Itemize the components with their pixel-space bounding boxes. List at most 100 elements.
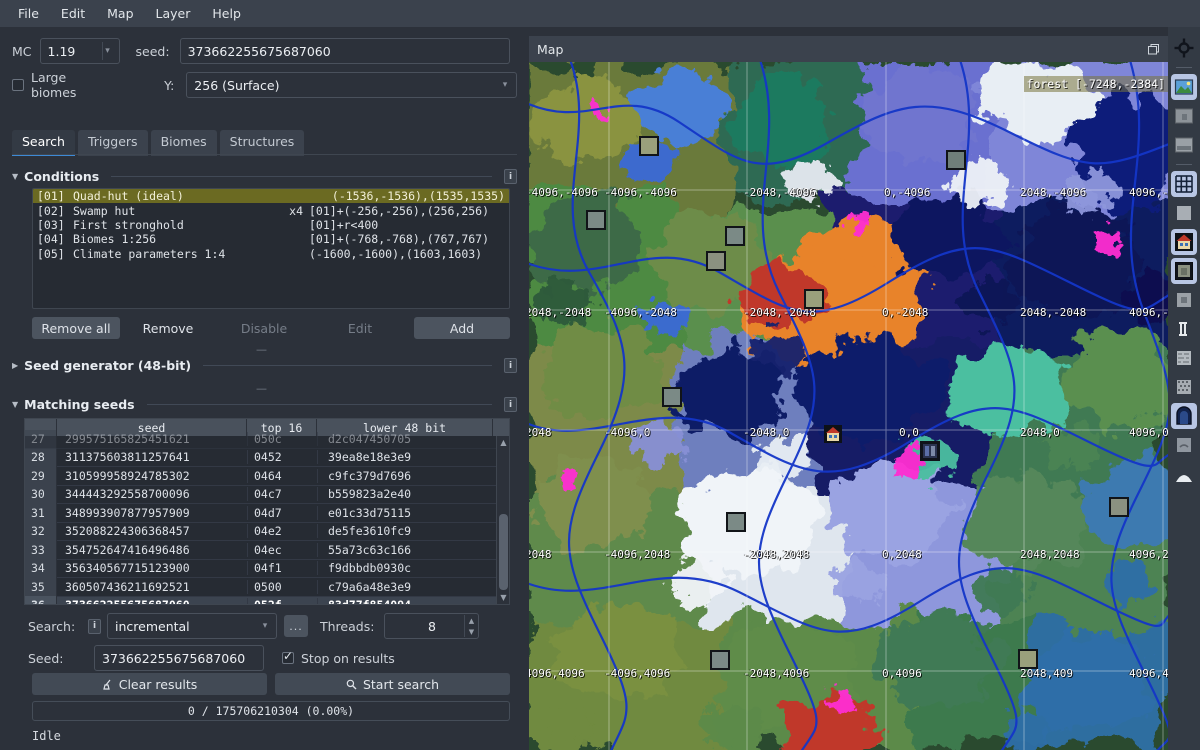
edit-button[interactable]: Edit [312,317,408,339]
info-icon[interactable]: i [504,169,517,184]
grid-label: 0,2048 [882,548,922,561]
grid-icon[interactable] [1171,171,1197,197]
end-city-icon[interactable] [1171,461,1197,487]
image-layer-icon[interactable] [1171,74,1197,100]
row-index: 36 [25,596,57,605]
tab-search[interactable]: Search [12,130,75,156]
map-canvas[interactable]: forest [-7248,-2384] -4096,-4096 -4096,-… [529,62,1168,750]
remove-all-button[interactable]: Remove all [32,317,120,339]
table-scrollbar[interactable]: ▲ ▼ [496,436,509,604]
table-row[interactable]: 27 299575165825451621 050c d2c047450705 [25,430,498,449]
table-body: 27 299575165825451621 050c d2c047450705 … [25,430,498,605]
layer3-icon[interactable] [1171,132,1197,158]
structure-marker-portal[interactable] [919,440,939,460]
start-search-label: Start search [363,677,439,692]
table-row[interactable]: 28 311375603811257641 0452 39ea8e18e3e9 [25,449,498,468]
structure-marker-monument[interactable] [946,150,966,170]
layer2-icon[interactable] [1171,103,1197,129]
structure-marker-hut[interactable] [1018,649,1038,669]
portal-icon[interactable] [1171,403,1197,429]
seed-input[interactable]: 373662255675687060 [180,38,510,64]
structure-marker-mansion[interactable] [823,424,843,444]
scrollbar-thumb[interactable] [499,514,508,590]
search-mode-combo[interactable]: incremental ▾ [107,613,277,639]
search-options-button[interactable]: ... [284,615,308,637]
large-biomes-checkbox[interactable] [12,79,24,91]
biome-map-render[interactable] [529,62,1168,750]
menu-file[interactable]: File [8,3,49,24]
fortress-icon[interactable] [1171,432,1197,458]
condition-id: [02] [37,204,73,218]
divider [111,176,492,177]
threads-input[interactable]: 8 ▲▼ [384,613,479,639]
pillar-icon[interactable] [1171,316,1197,342]
structure-marker-hut[interactable] [586,210,606,230]
search-seed-input[interactable]: 373662255675687060 [94,645,264,671]
tab-biomes[interactable]: Biomes [151,130,217,156]
menu-map[interactable]: Map [97,3,143,24]
start-search-button[interactable]: Start search [275,673,510,695]
menu-layer[interactable]: Layer [146,3,201,24]
condition-id: [01] [37,189,73,203]
info-icon[interactable]: i [88,619,101,634]
row-lower48: c9fc379d7696 [317,469,493,483]
structure-marker-village[interactable] [639,136,659,156]
structure-icon[interactable] [1171,287,1197,313]
y-level-combo[interactable]: 256 (Surface) ▾ [186,72,517,98]
table-row[interactable]: 29 310599958924785302 0464 c9fc379d7696 [25,467,498,486]
tab-structures[interactable]: Structures [220,130,305,156]
spinner-icon[interactable]: ▲▼ [464,615,477,637]
table-row[interactable]: 34 356340567715123900 04f1 f9dbbdb0930c [25,560,498,579]
condition-range: [01]+(-256,-256),(256,256) [309,204,505,218]
table-row[interactable]: 32 352088224306368457 04e2 de5fe3610fc9 [25,523,498,542]
ruins-icon[interactable] [1171,345,1197,371]
clear-results-button[interactable]: Clear results [32,673,267,695]
structure-marker-hut[interactable] [662,387,682,407]
structure-marker-village[interactable] [804,289,824,309]
condition-row[interactable]: [05] Climate parameters 1:4 (-1600,-1600… [33,247,509,261]
tab-triggers[interactable]: Triggers [78,130,148,156]
crosshair-icon[interactable] [1171,35,1197,61]
disable-button[interactable]: Disable [216,317,312,339]
structure-marker-hut[interactable] [725,226,745,246]
chevron-down-icon: ▾ [258,614,272,638]
stop-on-results-checkbox[interactable] [282,652,294,664]
structure-marker-hut[interactable] [726,512,746,532]
seed-input-value: 373662255675687060 [188,44,331,59]
scroll-down-icon[interactable]: ▼ [499,593,508,602]
row-top16: 0464 [247,469,317,483]
table-row[interactable]: 31 348993907877957909 04d7 e01c33d75115 [25,504,498,523]
conditions-group-header[interactable]: ▼ Conditions i [12,169,517,184]
add-button[interactable]: Add [414,317,510,339]
matching-seeds-group-header[interactable]: ▼ Matching seeds i [12,397,517,412]
fossil-icon[interactable] [1171,374,1197,400]
info-icon[interactable]: i [504,397,517,412]
condition-row[interactable]: [01] Quad-hut (ideal) (-1536,-1536),(153… [33,189,509,203]
structure-marker-hut[interactable] [706,251,726,271]
info-icon[interactable]: i [504,358,517,373]
table-row[interactable]: 30 344443292558700096 04c7 b559823a2e40 [25,486,498,505]
condition-row[interactable]: [04] Biomes 1:256 [01]+(-768,-768),(767,… [33,232,509,246]
menu-edit[interactable]: Edit [51,3,95,24]
scroll-up-icon[interactable]: ▲ [499,438,508,447]
structure-marker-hut[interactable] [710,650,730,670]
condition-row[interactable]: [02] Swamp hut x4 [01]+(-256,-256),(256,… [33,203,509,217]
hut-icon[interactable] [1171,258,1197,284]
table-row[interactable]: 36 373662255675687060 052f 83d77f854094 [25,597,498,606]
float-window-icon[interactable] [1147,43,1160,56]
remove-button[interactable]: Remove [120,317,216,339]
condition-row[interactable]: [03] First stronghold [01]+r<400 [33,218,509,232]
collapse-handle[interactable]: — [256,343,267,356]
blank-layer-icon[interactable] [1171,200,1197,226]
mc-version-combo[interactable]: 1.19 ▾ [40,38,120,64]
table-row[interactable]: 35 360507436211692521 0500 c79a6a48e3e9 [25,578,498,597]
table-row[interactable]: 33 354752647416496486 04ec 55a73c63c166 [25,541,498,560]
conditions-list[interactable]: [01] Quad-hut (ideal) (-1536,-1536),(153… [32,188,510,309]
village-icon[interactable] [1171,229,1197,255]
menu-help[interactable]: Help [202,3,251,24]
structure-marker-hut[interactable] [1109,497,1129,517]
seed-generator-group-header[interactable]: ▶ Seed generator (48-bit) i [12,358,517,373]
matching-seeds-table[interactable]: seed top 16 lower 48 bit 27 299575165825… [24,418,510,605]
grid-label: 2048 [529,548,552,561]
collapse-handle[interactable]: — [256,382,267,395]
